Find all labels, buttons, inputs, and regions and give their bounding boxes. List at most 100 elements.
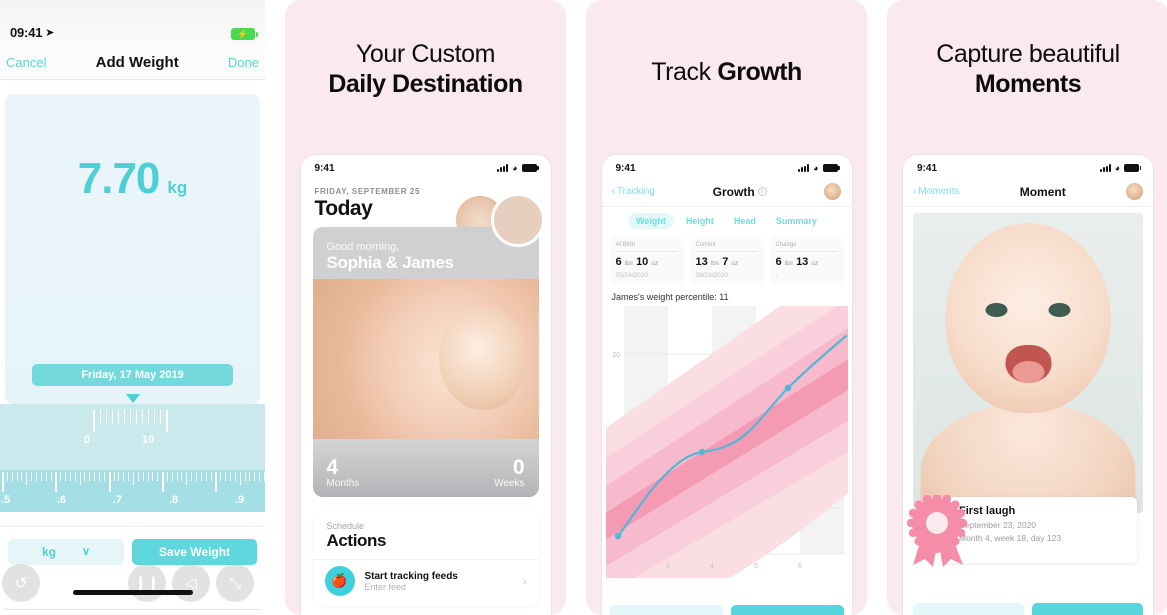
- page-title: Growth i: [713, 185, 767, 199]
- ruler-tick: [84, 472, 86, 481]
- milestone-date: September 23, 2020: [959, 520, 1037, 530]
- value-sub: 7: [722, 256, 729, 268]
- ruler-tick: [229, 472, 231, 481]
- ruler-fine-label: .8: [169, 494, 179, 506]
- page-title: Moment: [1019, 184, 1066, 199]
- fullscreen-icon[interactable]: ⤡: [216, 564, 254, 602]
- tab-height[interactable]: Height: [678, 213, 722, 229]
- page-title: Add Weight: [95, 54, 179, 71]
- list-item[interactable]: 🍎 Start tracking feeds Enter feed ›: [312, 559, 539, 606]
- ruler-fine-label: .5: [1, 494, 11, 506]
- summary-card-value: 6 lbs 10 oz: [616, 256, 678, 268]
- cancel-button[interactable]: Cancel: [6, 55, 46, 70]
- baby-face: [945, 223, 1111, 413]
- ruler-tick: [92, 410, 95, 432]
- ruler-tick: [26, 472, 28, 485]
- status-time: 9:41: [615, 162, 636, 174]
- ruler-tick: [113, 472, 115, 481]
- growth-summary-cards: At Birth 6 lbs 10 oz 05/24/2020 Current 13 l…: [602, 237, 852, 284]
- ruler-tick: [6, 472, 8, 481]
- ruler-coarse-track[interactable]: 0 10: [0, 394, 265, 470]
- growth-bottom-buttons: [609, 605, 844, 615]
- ruler-tick: [191, 472, 193, 481]
- add-weight-button[interactable]: [730, 605, 844, 615]
- growth-tabs[interactable]: Weight Height Head Summary: [602, 207, 852, 237]
- greeting-hero-card[interactable]: Good morning, Sophia & James 4 Months 0 …: [312, 227, 539, 497]
- ruler-tick: [105, 410, 107, 424]
- baby-eye-right: [1048, 303, 1071, 317]
- battery-charging-icon: ⚡: [231, 28, 258, 40]
- pause-icon[interactable]: ❙❙: [128, 564, 166, 602]
- tab-summary[interactable]: Summary: [768, 213, 825, 229]
- screenshot-panel-track-growth[interactable]: Track Growth 9:41 ◕ ‹ Tracking Growth i …: [586, 0, 867, 615]
- screenshot-panel-capture-moments[interactable]: Capture beautiful Moments 9:41 ◕ ‹ Momen…: [887, 0, 1167, 615]
- value-sub: 10: [636, 256, 649, 268]
- growth-chart-svg: 20 34 5 6: [605, 306, 848, 578]
- weight-ruler-slider[interactable]: 0 10 .5 .6 .7 .8 .9: [0, 394, 265, 512]
- growth-chart[interactable]: 20 34 5 6: [605, 306, 848, 578]
- moment-navbar: ‹ Moments Moment: [903, 181, 1153, 207]
- primary-button[interactable]: [1032, 603, 1143, 615]
- info-icon[interactable]: i: [757, 187, 767, 196]
- ruler-tick: [123, 410, 125, 424]
- chevron-left-icon: ‹: [913, 186, 917, 197]
- value-sub: 13: [796, 256, 809, 268]
- video-preview-panel[interactable]: 09:41 ➤ ⚡ Cancel Add Weight Done 7.70 kg…: [0, 0, 265, 615]
- back-button[interactable]: ‹ Tracking: [612, 186, 655, 197]
- summary-card: At Birth 6 lbs 10 oz 05/24/2020: [609, 237, 684, 284]
- status-icons: ◕: [798, 163, 840, 173]
- tab-weight[interactable]: Weight: [628, 213, 674, 229]
- ruler-tick: [60, 472, 62, 481]
- ruler-tick: [244, 472, 246, 481]
- ruler-tick: [137, 472, 139, 481]
- headline-bold: Growth: [717, 58, 802, 86]
- avatar[interactable]: [1126, 183, 1143, 200]
- screenshot-gallery: 09:41 ➤ ⚡ Cancel Add Weight Done 7.70 kg…: [0, 0, 1167, 615]
- summary-card: Current 13 lbs 7 oz 09/23/2020: [689, 237, 764, 284]
- ruler-tick: [153, 410, 155, 424]
- stat-months: 4 Months: [327, 457, 360, 489]
- add-weight-navbar: Cancel Add Weight Done: [0, 46, 265, 80]
- date-button[interactable]: Friday, 17 May 2019: [32, 364, 233, 386]
- mute-icon[interactable]: ◁: [172, 564, 210, 602]
- ruler-coarse-label: 10: [142, 434, 155, 446]
- ruler-tick: [31, 472, 33, 481]
- weight-entry-card: 7.70 kg Friday, 17 May 2019: [5, 94, 260, 404]
- status-time: 9:41: [314, 162, 335, 174]
- summary-card: Change 6 lbs 13 oz ↑: [769, 237, 844, 284]
- growth-navbar: ‹ Tracking Growth i: [601, 181, 852, 207]
- back-button[interactable]: ‹ Moments: [913, 186, 959, 197]
- replay-icon[interactable]: ↺: [2, 564, 40, 602]
- avatar[interactable]: [824, 183, 842, 200]
- ruler-tick: [79, 472, 81, 485]
- tab-head[interactable]: Head: [726, 213, 764, 229]
- milestone-title: First laugh: [959, 505, 1016, 517]
- ruler-fine-track[interactable]: .5 .6 .7 .8 .9: [0, 470, 265, 512]
- wifi-icon: ◕: [512, 163, 518, 173]
- save-weight-button[interactable]: Save Weight: [132, 538, 257, 565]
- headline-line-1: Capture beautiful: [936, 40, 1120, 68]
- value-main: 6: [615, 256, 622, 268]
- secondary-button[interactable]: [609, 605, 723, 615]
- screenshot-panel-daily-destination[interactable]: Your Custom Daily Destination 9:41 ◕ FRI…: [285, 0, 566, 615]
- chevron-right-icon: ›: [522, 574, 527, 588]
- summary-card-date: 05/24/2020: [615, 272, 649, 279]
- ruler-tick: [45, 472, 47, 481]
- baby-photo: [312, 279, 539, 439]
- secondary-button[interactable]: [913, 603, 1024, 615]
- ruler-tick: [128, 472, 130, 481]
- unit-select[interactable]: kg ∨: [8, 538, 124, 565]
- unit-lbs: lbs: [710, 260, 720, 267]
- moment-photo[interactable]: [913, 213, 1143, 513]
- summary-card-value: 13 lbs 7 oz: [696, 256, 758, 268]
- actions-subtitle: Schedule: [326, 521, 365, 531]
- milestone-meta: Month 4, week 18, day 123: [959, 533, 1062, 543]
- done-button[interactable]: Done: [228, 55, 259, 70]
- ruler-tick: [259, 472, 261, 481]
- video-scrubber[interactable]: [0, 609, 265, 610]
- percentile-text: James's weight percentile: 11: [611, 292, 729, 302]
- status-time: 9:41: [917, 162, 938, 174]
- location-arrow-icon: ➤: [45, 27, 55, 39]
- avatar-parent[interactable]: [490, 193, 545, 247]
- ruler-tick: [157, 472, 159, 481]
